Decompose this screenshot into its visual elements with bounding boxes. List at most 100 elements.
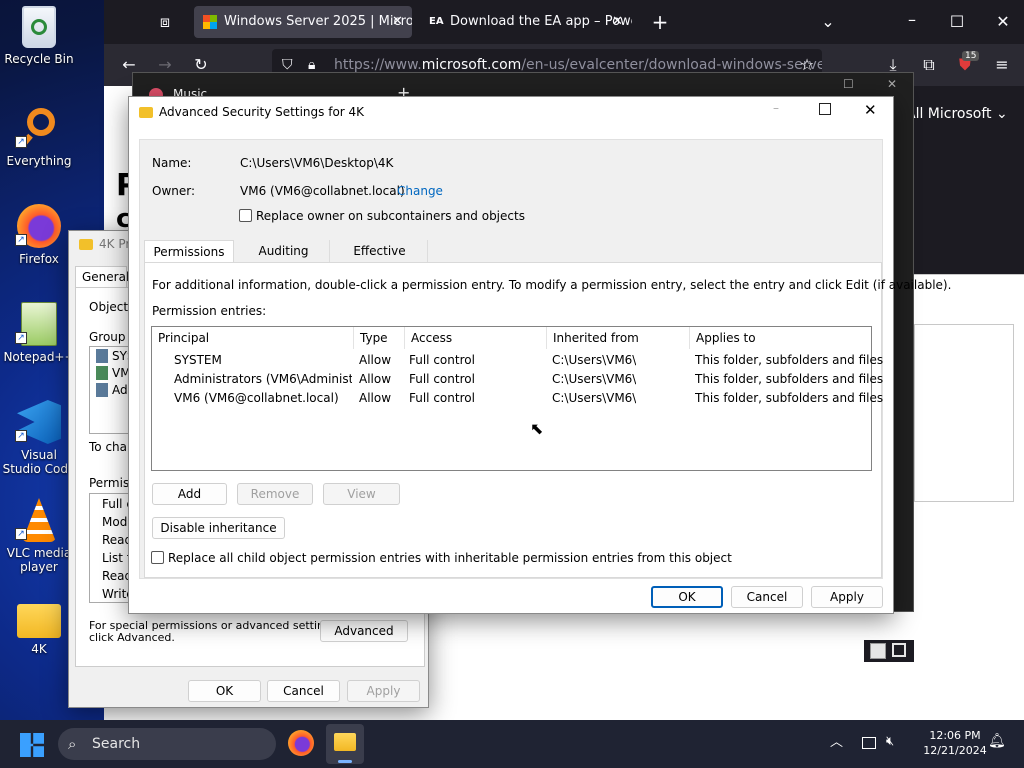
cell-inherited-from: C:\Users\VM6\ — [552, 372, 637, 386]
cell-access: Full control — [409, 372, 475, 386]
cell-applies-to: This folder, subfolders and files — [695, 353, 884, 367]
taskbar-search[interactable]: ⌕ Search — [58, 728, 276, 760]
column-header-inherited-from[interactable]: Inherited from — [547, 327, 690, 349]
desktop-icon-label: 4K — [31, 642, 47, 656]
cell-access: Full control — [409, 391, 475, 405]
list-all-tabs-icon[interactable]: ⌄ — [816, 10, 840, 34]
replace-child-checkbox[interactable]: Replace all child object permission entr… — [151, 551, 732, 565]
cell-applies-to: This folder, subfolders and files — [695, 372, 884, 386]
large-icons-view-icon[interactable] — [892, 643, 906, 657]
cell-access: Full control — [409, 353, 475, 367]
maximize-icon[interactable]: ☐ — [945, 10, 969, 34]
desktop-icon-notepad-plus-plus[interactable]: ↗ Notepad++ — [1, 302, 77, 364]
desktop-icon-vlc[interactable]: ↗ VLC media player — [1, 498, 77, 574]
view-toggle-bar — [864, 640, 914, 662]
view-button[interactable]: View — [323, 483, 400, 505]
url-path: /en-us/evalcenter/download-windows-serve… — [521, 57, 822, 73]
shortcut-arrow-icon: ↗ — [15, 332, 27, 344]
close-tab-icon[interactable]: ✕ — [612, 6, 624, 38]
cell-principal: SYSTEM — [174, 353, 222, 367]
tab-effective-access[interactable]: Effective Access — [332, 240, 428, 280]
clock[interactable]: 12:06 PM 12/21/2024 — [920, 728, 990, 758]
taskbar-firefox-icon[interactable] — [288, 730, 314, 756]
apply-button[interactable]: Apply — [347, 680, 420, 702]
tab-auditing[interactable]: Auditing — [238, 240, 330, 262]
ok-button[interactable]: OK — [651, 586, 723, 608]
menu-icon[interactable]: ≡ — [990, 53, 1014, 77]
checkbox-label: Replace all child object permission entr… — [168, 551, 732, 565]
column-header-access[interactable]: Access — [405, 327, 547, 349]
desktop-icon-firefox[interactable]: ↗ Firefox — [1, 204, 77, 266]
owner-label: Owner: — [152, 184, 196, 198]
extension-badge: 15 — [962, 51, 980, 61]
show-hidden-icons-chevron-icon[interactable]: ︿ — [830, 735, 843, 750]
url-prefix: https://www. — [334, 57, 422, 73]
desktop-icon-everything[interactable]: ↗ Everything — [1, 106, 77, 168]
maximize-icon[interactable] — [819, 103, 831, 115]
notification-bell-icon[interactable]: 🔔︎ — [988, 734, 1006, 749]
replace-owner-checkbox[interactable]: Replace owner on subcontainers and objec… — [239, 209, 525, 223]
disable-inheritance-button[interactable]: Disable inheritance — [152, 517, 285, 539]
desktop-icon-label: VLC media player — [6, 546, 72, 574]
close-tab-icon[interactable]: ✕ — [392, 6, 404, 38]
owner-value: VM6 (VM6@collabnet.local) — [240, 184, 405, 198]
shortcut-arrow-icon: ↗ — [15, 528, 27, 540]
shortcut-arrow-icon: ↗ — [15, 136, 27, 148]
user-icon — [96, 366, 108, 380]
minimize-icon[interactable]: – — [900, 8, 924, 32]
name-value: C:\Users\VM6\Desktop\4K — [240, 156, 394, 170]
network-icon[interactable] — [862, 737, 876, 749]
desktop-icon-folder-4k[interactable]: 4K — [1, 600, 77, 656]
remove-button[interactable]: Remove — [237, 483, 313, 505]
search-icon: ⌕ — [68, 735, 77, 753]
table-row[interactable]: VM6 (VM6@collabnet.local) Allow Full con… — [152, 389, 883, 408]
mouse-cursor-icon: ⬉ — [530, 419, 544, 438]
group-icon — [96, 383, 108, 397]
tab-windows-server[interactable]: Windows Server 2025 | Microsof ✕ — [194, 6, 412, 38]
tab-title: Download the EA app – Powerin — [450, 14, 632, 29]
minimize-icon: – — [773, 101, 779, 115]
start-windows-icon[interactable] — [20, 733, 44, 757]
apply-button[interactable]: Apply — [811, 586, 883, 608]
folder-icon — [79, 239, 93, 250]
extensions-icon[interactable]: ⧉ — [917, 53, 941, 77]
cancel-button[interactable]: Cancel — [731, 586, 803, 608]
microsoft-logo-icon — [203, 15, 217, 29]
cell-type: Allow — [359, 391, 392, 405]
divider — [914, 274, 1024, 275]
folder-icon — [17, 604, 61, 638]
column-header-applies-to[interactable]: Applies to — [690, 327, 872, 349]
change-owner-link[interactable]: Change — [397, 184, 443, 198]
table-row[interactable]: Administrators (VM6\Administr... Allow F… — [152, 370, 883, 389]
tab-overview-icon[interactable]: ⧈ — [153, 10, 177, 34]
taskbar-file-explorer-button[interactable] — [326, 724, 364, 764]
shortcut-arrow-icon: ↗ — [15, 430, 27, 442]
table-row[interactable]: SYSTEM Allow Full control C:\Users\VM6\ … — [152, 351, 883, 370]
music-close-icon[interactable]: ✕ — [887, 77, 897, 91]
tab-permissions[interactable]: Permissions — [144, 240, 234, 263]
details-view-icon[interactable] — [870, 643, 886, 659]
speaker-muted-icon[interactable]: 🔇︎ — [886, 734, 894, 749]
close-icon[interactable]: ✕ — [864, 101, 877, 119]
new-tab-icon[interactable]: + — [648, 10, 672, 34]
all-microsoft-menu[interactable]: All Microsoft ⌄ — [906, 106, 1008, 122]
column-header-principal[interactable]: Principal — [152, 327, 354, 349]
music-maximize-icon[interactable]: ☐ — [843, 77, 854, 91]
desktop-icon-vscode[interactable]: ↗ Visual Studio Code — [1, 400, 77, 476]
desktop-icon-label: Notepad++ — [3, 350, 75, 364]
permission-entries-table[interactable]: Principal Type Access Inherited from App… — [151, 326, 883, 471]
clock-date: 12/21/2024 — [923, 744, 987, 757]
tab-general[interactable]: General — [75, 266, 129, 288]
column-header-type[interactable]: Type — [354, 327, 405, 349]
close-window-icon[interactable]: ✕ — [991, 10, 1015, 34]
url-domain: microsoft.com — [421, 57, 522, 73]
desktop-icon-recycle-bin[interactable]: Recycle Bin — [1, 6, 77, 66]
ok-button[interactable]: OK — [188, 680, 261, 702]
advanced-button[interactable]: Advanced — [320, 620, 408, 642]
name-label: Name: — [152, 156, 192, 170]
cancel-button[interactable]: Cancel — [267, 680, 340, 702]
add-button[interactable]: Add — [152, 483, 227, 505]
shortcut-arrow-icon: ↗ — [15, 234, 27, 246]
desktop-icon-label: Recycle Bin — [4, 52, 74, 66]
tab-ea-app[interactable]: EA Download the EA app – Powerin ✕ — [420, 6, 632, 38]
